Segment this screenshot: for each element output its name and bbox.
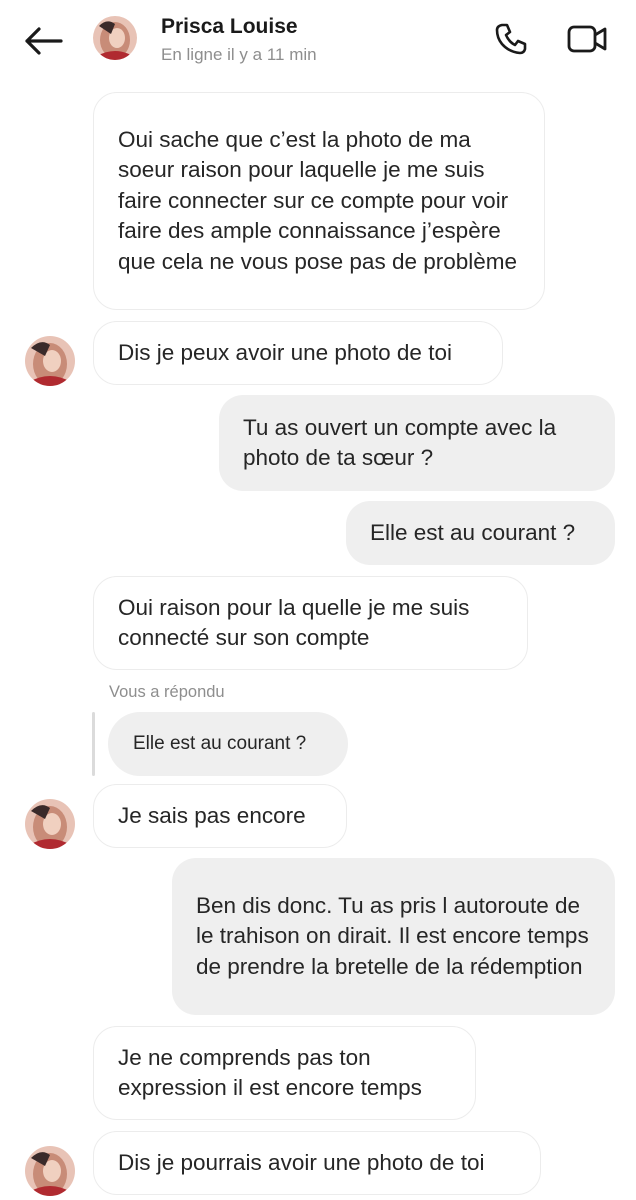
chat-header: Prisca Louise En ligne il y a 11 min <box>0 0 636 84</box>
message-bubble-incoming[interactable]: Je sais pas encore <box>93 784 347 848</box>
message-text: Dis je peux avoir une photo de toi <box>118 339 452 365</box>
contact-avatar-small[interactable] <box>25 799 75 849</box>
quoted-message[interactable]: Elle est au courant ? <box>108 712 348 776</box>
message-text: Ben dis donc. Tu as pris l autoroute de … <box>196 892 589 979</box>
contact-status: En ligne il y a 11 min <box>161 45 317 64</box>
message-text: Oui sache que c’est la photo de ma soeur… <box>118 126 518 274</box>
message-bubble-incoming[interactable]: Oui sache que c’est la photo de ma soeur… <box>93 92 545 310</box>
message-bubble-incoming[interactable]: Dis je peux avoir une photo de toi <box>93 321 503 385</box>
message-bubble-outgoing[interactable]: Elle est au courant ? <box>346 501 615 565</box>
video-call-button[interactable] <box>564 18 610 60</box>
contact-avatar[interactable] <box>93 16 137 60</box>
message-text: Dis je pourrais avoir une photo de toi <box>118 1149 485 1175</box>
message-text: Oui raison pour la quelle je me suis con… <box>118 594 470 651</box>
video-camera-icon <box>567 25 607 53</box>
message-bubble-incoming[interactable]: Je ne comprends pas ton expression il es… <box>93 1026 476 1120</box>
message-bubble-outgoing[interactable]: Tu as ouvert un compte avec la photo de … <box>219 395 615 491</box>
contact-avatar-small[interactable] <box>25 1146 75 1196</box>
message-bubble-outgoing[interactable]: Ben dis donc. Tu as pris l autoroute de … <box>172 858 615 1015</box>
audio-call-button[interactable] <box>490 18 532 60</box>
reply-label: Vous a répondu <box>109 683 225 701</box>
message-text: Je sais pas encore <box>118 802 306 828</box>
message-bubble-incoming[interactable]: Dis je pourrais avoir une photo de toi <box>93 1131 541 1195</box>
arrow-left-icon <box>25 27 63 55</box>
message-text: Je ne comprends pas ton expression il es… <box>118 1044 422 1101</box>
contact-avatar-small[interactable] <box>25 336 75 386</box>
reply-indicator-bar <box>92 712 95 776</box>
message-text: Elle est au courant ? <box>370 519 576 545</box>
back-button[interactable] <box>22 22 64 60</box>
message-text: Tu as ouvert un compte avec la photo de … <box>243 414 557 471</box>
contact-name[interactable]: Prisca Louise <box>161 15 298 39</box>
message-bubble-incoming[interactable]: Oui raison pour la quelle je me suis con… <box>93 576 528 670</box>
phone-icon <box>495 23 527 55</box>
